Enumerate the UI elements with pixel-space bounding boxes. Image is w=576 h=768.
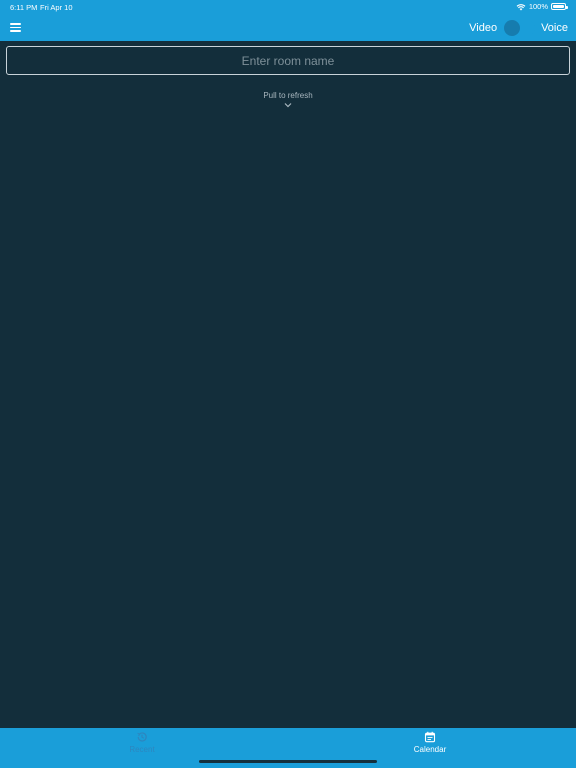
voice-label[interactable]: Voice bbox=[541, 22, 568, 34]
switch-knob bbox=[504, 20, 521, 36]
hamburger-menu-icon[interactable] bbox=[10, 21, 24, 33]
top-bar: 6:11 PM Fri Apr 10 100% Video Voice bbox=[0, 0, 576, 41]
pull-to-refresh-label: Pull to refresh bbox=[263, 91, 313, 100]
room-name-input[interactable] bbox=[6, 46, 570, 75]
calendar-icon bbox=[424, 731, 436, 743]
mode-switch[interactable] bbox=[503, 20, 536, 36]
status-bar: 6:11 PM Fri Apr 10 100% bbox=[0, 0, 576, 14]
tab-recent[interactable]: Recent bbox=[82, 731, 202, 759]
status-indicators: 100% bbox=[516, 2, 568, 11]
video-voice-toggle: Video Voice bbox=[469, 18, 568, 38]
wifi-icon bbox=[516, 3, 526, 10]
tab-calendar[interactable]: Calendar bbox=[370, 731, 490, 759]
history-icon bbox=[137, 732, 147, 742]
status-time: 6:11 PM bbox=[10, 3, 38, 12]
home-indicator[interactable] bbox=[199, 760, 377, 763]
tab-recent-label: Recent bbox=[129, 745, 155, 754]
app-screen: 6:11 PM Fri Apr 10 100% Video Voice Ente… bbox=[0, 0, 576, 768]
app-header: Video Voice bbox=[0, 14, 576, 41]
chevron-down-icon bbox=[284, 103, 292, 108]
battery-percent: 100% bbox=[528, 2, 548, 11]
battery-icon bbox=[551, 3, 568, 10]
video-label[interactable]: Video bbox=[469, 22, 497, 34]
status-date: Fri Apr 10 bbox=[40, 3, 73, 12]
tab-calendar-label: Calendar bbox=[413, 745, 447, 754]
